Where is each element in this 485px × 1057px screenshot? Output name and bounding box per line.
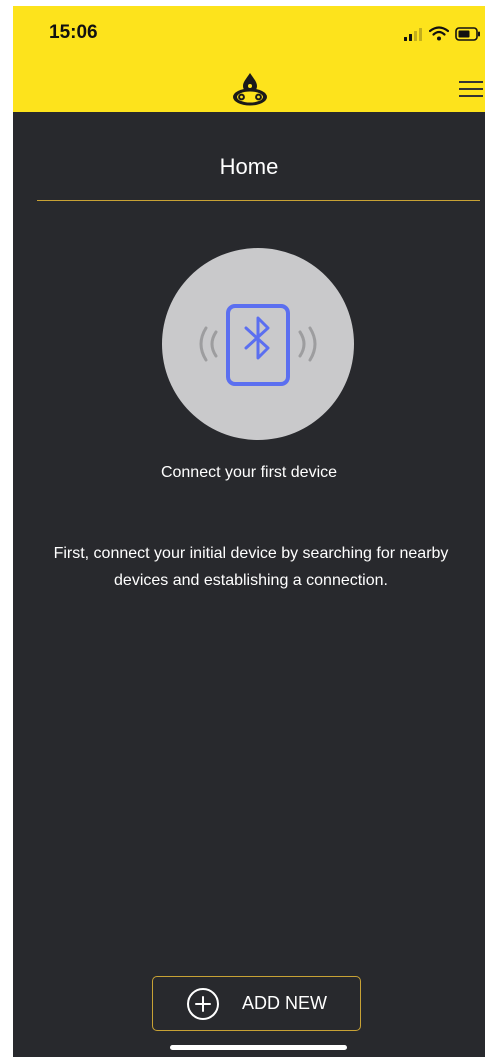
empty-state-illustration <box>162 248 354 440</box>
bike-chain-drop-logo <box>233 73 267 106</box>
bluetooth-device-icon <box>199 304 317 386</box>
empty-state-description: First, connect your initial device by se… <box>53 545 449 589</box>
app-header: 15:06 <box>13 6 485 112</box>
home-indicator[interactable] <box>170 1045 347 1050</box>
add-new-button[interactable]: ADD NEW <box>152 976 361 1031</box>
app-screen: 15:06 Home Connect your first device Fir… <box>13 6 485 1057</box>
add-new-label: ADD NEW <box>242 993 327 1013</box>
hamburger-menu-icon[interactable] <box>459 80 483 98</box>
status-time: 15:06 <box>49 22 98 43</box>
wifi-icon <box>429 26 449 41</box>
battery-icon <box>455 26 480 41</box>
cellular-signal-icon <box>404 27 422 41</box>
empty-state-headline: Connect your first device <box>160 464 338 481</box>
status-icons <box>403 26 481 41</box>
page-title: Home <box>219 154 279 179</box>
title-divider <box>37 200 480 201</box>
plus-circle-icon <box>187 987 219 1020</box>
